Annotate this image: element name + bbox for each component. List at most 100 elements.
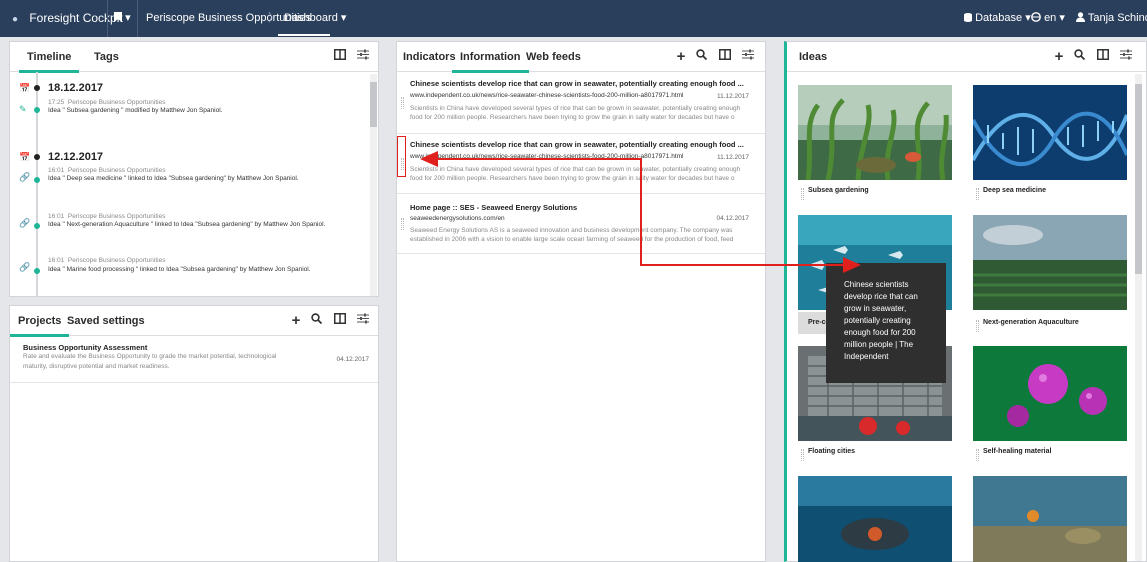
information-item[interactable]: Home page :: SES - Seaweed Energy Soluti… [397,194,765,254]
layout-columns-icon[interactable] [1097,49,1113,65]
projects-panel: Projects Saved settings + Business Oppor… [9,305,379,562]
timeline-entry-dot [34,177,40,183]
database-menu[interactable]: Database ▾ [964,0,1031,37]
idea-title[interactable]: Next-generation Aquaculture [983,319,1079,326]
idea-title[interactable]: Floating cities [808,448,855,455]
add-icon[interactable]: + [673,49,689,65]
settings-sliders-icon[interactable] [357,49,373,65]
idea-image-coral-reef[interactable] [973,476,1127,562]
tooltip-line: develop rice that can [844,292,918,301]
language-menu[interactable]: en ▾ [1031,0,1065,37]
drag-handle-icon[interactable] [976,449,979,461]
annotation-line [640,158,642,266]
timeline-entry-dot [34,268,40,274]
annotation-line [436,158,642,160]
drag-handle-icon[interactable] [801,449,804,461]
add-icon[interactable]: + [288,313,304,329]
project-date: 04.12.2017 [336,356,369,363]
search-icon[interactable] [311,313,327,329]
settings-sliders-icon[interactable] [742,49,758,65]
bookmark-caret: ▾ [125,12,131,24]
drag-handle-icon[interactable] [976,320,979,332]
idea-image-deep-sea-medicine[interactable] [973,85,1127,180]
calendar-icon: 📅 [19,152,31,162]
settings-sliders-icon[interactable] [357,313,373,329]
layout-columns-icon[interactable] [334,49,350,65]
tooltip-line: Chinese scientists [844,280,909,289]
tab-saved-settings[interactable]: Saved settings [67,306,145,336]
ideas-panel-title: Ideas [799,51,828,63]
timeline-entry-dot [34,223,40,229]
database-menu-label: Database ▾ [975,12,1031,24]
timeline-entry-meta: 16:01 Periscope Business Opportunities [48,167,166,174]
ideas-scrollbar[interactable] [1135,74,1142,561]
pencil-icon: ✎ [19,104,27,114]
drag-handle-icon[interactable] [401,218,404,230]
brand-label: Foresight Cockpit [29,11,123,25]
user-menu-label: Tanja Schindler ▾ [1087,12,1147,24]
information-item[interactable]: Chinese scientists develop rice that can… [397,73,765,134]
link-icon: 🔗 [19,172,31,182]
calendar-icon: 📅 [19,83,31,93]
layout-columns-icon[interactable] [719,49,735,65]
information-date: 11.12.2017 [716,93,749,100]
ideas-scrollbar-thumb[interactable] [1135,84,1142,274]
timeline-entry-text[interactable]: Idea " Next-generation Aquaculture " lin… [48,221,325,228]
settings-sliders-icon[interactable] [1120,49,1136,65]
active-breadcrumb-indicator [278,34,330,36]
tab-web-feeds[interactable]: Web feeds [526,42,581,72]
search-icon[interactable] [696,49,712,65]
idea-title[interactable]: Subsea gardening [808,187,869,194]
information-title: Chinese scientists develop rice that can… [410,140,744,149]
timeline-panel-header: Timeline Tags [10,42,378,73]
idea-image-next-generation-aquaculture[interactable] [973,215,1127,310]
divider [107,0,108,37]
information-excerpt: Seaweed Energy Solutions AS is a seaweed… [410,227,734,243]
drag-handle-icon[interactable] [801,188,804,200]
information-item[interactable]: Chinese scientists develop rice that can… [397,134,765,194]
language-menu-label: en ▾ [1044,12,1065,24]
timeline-date-dot [34,85,40,91]
idea-image-subsea-gardening[interactable] [798,85,952,180]
bookmark-icon [114,12,122,22]
information-url[interactable]: seaweedenergysolutions.com/en [410,215,505,222]
timeline-entry-text[interactable]: Idea " Marine food processing " linked t… [48,266,311,273]
search-icon[interactable] [1074,49,1090,65]
top-navigation-bar: ● Foresight Cockpit ▾ Periscope Business… [0,0,1147,37]
annotation-arrow-right-icon [843,257,861,273]
bookmark-menu[interactable]: ▾ [114,0,131,37]
timeline-date-dot [34,154,40,160]
breadcrumb-separator: 〉 [268,12,279,24]
timeline-entry-meta: 17:25 Periscope Business Opportunities [48,99,166,106]
idea-title[interactable]: Self-healing material [983,448,1051,455]
information-url[interactable]: www.independent.co.uk/news/rice-seawater… [410,92,684,99]
add-icon[interactable]: + [1051,49,1067,65]
information-excerpt: Scientists in China have developed sever… [410,166,741,182]
timeline-entry-dot [34,107,40,113]
project-item[interactable]: Business Opportunity Assessment Rate and… [10,337,378,383]
tab-timeline[interactable]: Timeline [18,42,80,73]
information-panel: Indicators Information Web feeds + Chine… [396,41,766,562]
breadcrumb-dashboard[interactable]: Dashboard ▾ [284,0,346,37]
user-icon [1076,12,1085,22]
idea-image-self-healing-material[interactable] [973,346,1127,441]
user-menu[interactable]: Tanja Schindler ▾ [1076,0,1147,37]
tab-tags[interactable]: Tags [94,42,119,72]
timeline-entry-text[interactable]: Idea " Subsea gardening " modified by Ma… [48,107,222,114]
annotation-highlight-box [397,136,406,177]
layout-columns-icon[interactable] [334,313,350,329]
timeline-entry-text[interactable]: Idea " Deep sea medicine " linked to Ide… [48,175,299,182]
divider [137,0,138,37]
tab-projects[interactable]: Projects [9,306,70,337]
idea-image-underwater-vehicle[interactable] [798,476,952,562]
tooltip-line: million people | The [844,340,914,349]
idea-title[interactable]: Deep sea medicine [983,187,1046,194]
drag-handle-icon[interactable] [401,97,404,109]
tooltip-line: potentially creating [844,316,911,325]
timeline-scrollbar-thumb[interactable] [370,82,377,127]
tooltip-line: grow in seawater, [844,304,907,313]
tab-information[interactable]: Information [452,42,528,73]
drag-handle-icon[interactable] [976,188,979,200]
tab-indicators[interactable]: Indicators [403,42,456,72]
timeline-scrollbar[interactable] [370,74,377,296]
